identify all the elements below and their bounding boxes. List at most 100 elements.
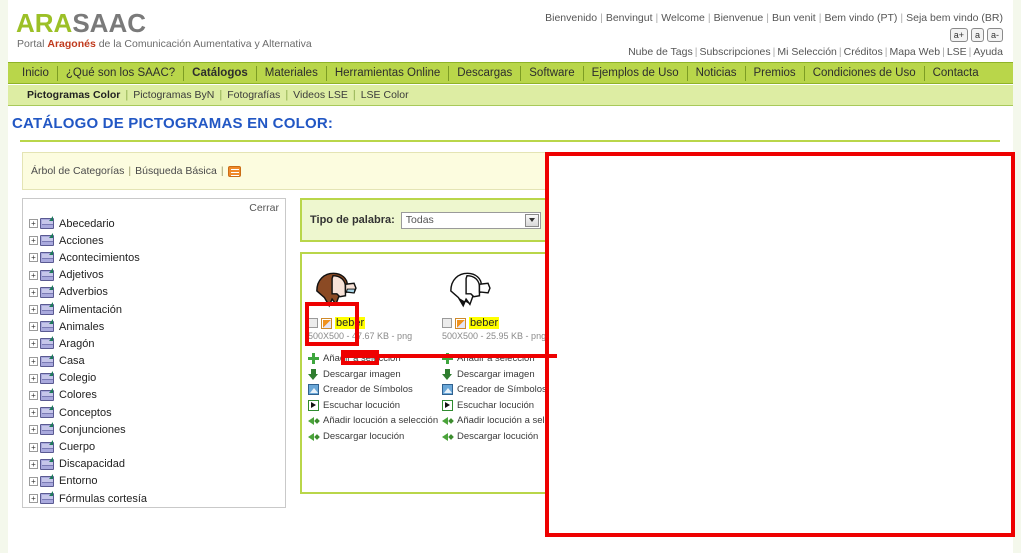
result-word-0[interactable]: beber xyxy=(335,317,366,329)
speaker-download-icon[interactable] xyxy=(680,434,692,445)
tree-item[interactable]: + Aragón xyxy=(29,335,284,352)
tree-item-label[interactable]: Adverbios xyxy=(59,286,108,298)
welcome-link-1[interactable]: Benvingut xyxy=(606,12,653,24)
speaker-plus-icon[interactable] xyxy=(895,333,907,344)
expand-icon[interactable]: + xyxy=(29,305,38,315)
font-size-button-a[interactable]: a xyxy=(970,28,984,42)
utility-link-nube-de-tags[interactable]: Nube de Tags xyxy=(628,46,693,58)
speaker-download-icon[interactable] xyxy=(903,302,914,313)
tree-item[interactable]: + Abecedario xyxy=(29,215,284,232)
tree-item-label[interactable]: Abecedario xyxy=(59,218,115,230)
tree-item-label[interactable]: Cuerpo xyxy=(59,441,95,453)
tree-item[interactable]: + Colores xyxy=(29,387,284,404)
tree-item-label[interactable]: Discapacidad xyxy=(59,458,125,470)
nav-item-noticias[interactable]: Noticias xyxy=(688,63,745,83)
expand-icon[interactable]: + xyxy=(29,270,38,280)
speaker-plus-icon[interactable] xyxy=(909,318,921,329)
tree-item[interactable]: + Entorno xyxy=(29,473,284,490)
speaker-download-icon[interactable] xyxy=(685,465,696,476)
rss-icon[interactable] xyxy=(227,165,241,177)
subnav-item-lse-color[interactable]: LSE Color xyxy=(356,89,414,101)
welcome-link-3[interactable]: Bienvenue xyxy=(714,12,764,24)
play-icon[interactable] xyxy=(867,349,878,360)
link-busqueda-basica[interactable]: Búsqueda Básica xyxy=(135,165,217,177)
subnav-item-videos-lse[interactable]: Videos LSE xyxy=(288,89,353,101)
expand-icon[interactable]: + xyxy=(29,253,38,263)
expand-icon[interactable]: + xyxy=(29,425,38,435)
expand-icon[interactable]: + xyxy=(29,322,38,332)
subnav-item-pictogramas-color[interactable]: Pictogramas Color xyxy=(22,89,125,101)
expand-icon[interactable]: + xyxy=(29,356,38,366)
utility-link-subscripciones[interactable]: Subscripciones xyxy=(699,46,770,58)
tree-item-label[interactable]: Aragón xyxy=(59,338,94,350)
speaker-download-icon[interactable] xyxy=(678,418,690,429)
expand-icon[interactable]: + xyxy=(29,287,38,297)
nav-item-ejemplos-de-uso[interactable]: Ejemplos de Uso xyxy=(584,63,687,83)
nav-item-herramientas-online[interactable]: Herramientas Online xyxy=(327,63,448,83)
site-logo[interactable]: ARASAAC xyxy=(16,8,146,39)
symbol-icon-1[interactable] xyxy=(455,317,466,329)
play-icon-definition[interactable] xyxy=(862,245,873,255)
expand-icon[interactable]: + xyxy=(29,236,38,246)
nav-item-software[interactable]: Software xyxy=(521,63,582,83)
tree-item-label[interactable]: Animales xyxy=(59,321,104,333)
utility-link-mi-selecci-n[interactable]: Mi Selección xyxy=(777,46,837,58)
speaker-download-icon[interactable] xyxy=(672,480,683,491)
expand-icon[interactable]: + xyxy=(29,390,38,400)
tree-item[interactable]: +Formas xyxy=(29,507,284,508)
speaker-download-icon[interactable] xyxy=(910,364,922,375)
speaker-plus-icon[interactable] xyxy=(666,434,678,445)
subnav-item-fotograf-as[interactable]: Fotografías xyxy=(222,89,285,101)
expand-icon[interactable]: + xyxy=(29,219,38,229)
mail-icon[interactable] xyxy=(916,214,930,224)
speaker-plus-icon[interactable] xyxy=(671,465,682,476)
expand-icon[interactable]: + xyxy=(29,408,38,418)
tree-item-label[interactable]: Colores xyxy=(59,389,97,401)
play-icon[interactable] xyxy=(882,333,893,344)
play-icon[interactable] xyxy=(896,318,907,329)
play-icon[interactable] xyxy=(645,480,656,491)
speaker-plus-icon[interactable] xyxy=(888,380,899,391)
speaker-download-icon[interactable] xyxy=(902,380,913,391)
tree-item-label[interactable]: Colegio xyxy=(59,372,96,384)
nav-item-contacta[interactable]: Contacta xyxy=(925,63,987,83)
play-icon[interactable] xyxy=(883,364,894,375)
utility-link-mapa-web[interactable]: Mapa Web xyxy=(889,46,940,58)
welcome-link-2[interactable]: Welcome xyxy=(661,12,705,24)
audio-icon-definition[interactable] xyxy=(853,260,865,271)
speaker-plus-icon-definition[interactable] xyxy=(875,244,886,255)
play-icon[interactable] xyxy=(653,434,664,445)
speaker-download-icon[interactable] xyxy=(894,349,906,360)
speaker-download-icon[interactable] xyxy=(920,395,931,406)
font-size-button-aplus[interactable]: a+ xyxy=(949,28,968,42)
nav-item-inicio[interactable]: Inicio xyxy=(14,63,57,83)
subnav-item-pictogramas-byn[interactable]: Pictogramas ByN xyxy=(128,89,219,101)
speaker-plus-icon[interactable] xyxy=(896,364,908,375)
tree-item[interactable]: + Adverbios xyxy=(29,284,284,301)
play-icon[interactable] xyxy=(875,380,886,391)
speaker-plus-icon[interactable] xyxy=(880,349,892,360)
nav-item-qu-son-los-saac[interactable]: ¿Qué son los SAAC? xyxy=(58,63,183,83)
symbol-icon-0[interactable] xyxy=(321,317,332,329)
nav-item-descargas[interactable]: Descargas xyxy=(449,63,520,83)
play-icon[interactable] xyxy=(651,418,662,429)
expand-icon[interactable]: + xyxy=(29,459,38,469)
thumbnail-pictogram-bw[interactable] xyxy=(442,268,494,312)
tree-item-label[interactable]: Conceptos xyxy=(59,407,112,419)
welcome-link-0[interactable]: Bienvenido xyxy=(545,12,597,24)
speaker-plus-icon[interactable] xyxy=(664,418,676,429)
tree-item[interactable]: + Animales xyxy=(29,318,284,335)
utility-link-ayuda[interactable]: Ayuda xyxy=(973,46,1003,58)
expand-icon[interactable]: + xyxy=(29,442,38,452)
thumbnail-pictogram-color[interactable] xyxy=(308,268,360,312)
tree-item[interactable]: + Fórmulas cortesía xyxy=(29,490,284,507)
definition-symbol-icon[interactable] xyxy=(815,245,826,256)
expand-icon[interactable]: + xyxy=(29,494,38,504)
word-type-select[interactable]: Todas xyxy=(400,211,541,229)
tree-item[interactable]: + Conceptos xyxy=(29,404,284,421)
tree-item[interactable]: + Adjetivos xyxy=(29,267,284,284)
tree-item[interactable]: + Casa xyxy=(29,353,284,370)
expand-icon[interactable]: + xyxy=(29,476,38,486)
speaker-download-icon[interactable] xyxy=(909,333,921,344)
tree-item[interactable]: + Conjunciones xyxy=(29,421,284,438)
